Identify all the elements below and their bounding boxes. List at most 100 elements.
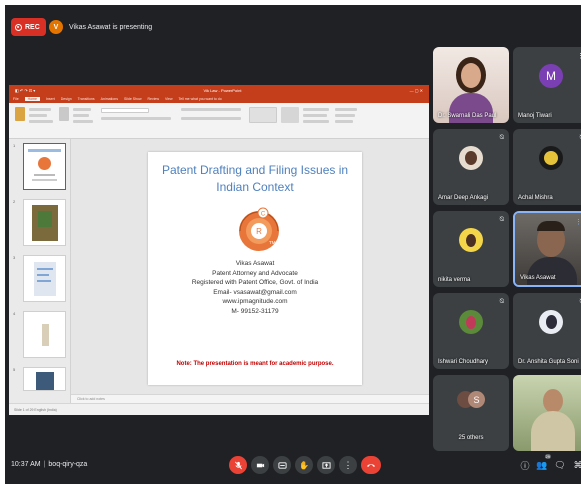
activities-icon: ⌘	[573, 459, 581, 470]
meeting-details-button[interactable]: ⓘ	[518, 458, 532, 472]
slide-thumbnails: 1 2 3 4 5	[9, 139, 71, 403]
activities-button[interactable]: ⌘	[571, 458, 581, 472]
speaking-icon: ⋮	[575, 218, 581, 226]
leave-call-button[interactable]	[361, 456, 381, 474]
avatar: S	[468, 391, 485, 408]
ppt-tab-design: Design	[60, 97, 72, 101]
presenter-details: Vikas Asawat Patent Attorney and Advocat…	[148, 259, 362, 316]
avatar	[459, 310, 483, 334]
participant-name: Manoj Tiwari	[518, 113, 552, 119]
info-icon: ⓘ	[520, 460, 530, 471]
ppt-tab-slideshow: Slide Show	[123, 97, 142, 101]
participant-name: nikita verma	[438, 277, 471, 283]
clock: 10:37 AM	[11, 461, 41, 468]
presenter-phone: M- 99152-31179	[231, 307, 279, 315]
present-button[interactable]	[317, 456, 335, 474]
slide-thumbnail	[23, 311, 66, 358]
meeting-info: 10:37 AM | boq-qiry-qza	[11, 461, 88, 468]
avatar	[539, 146, 563, 170]
people-count-badge: 29	[544, 454, 551, 459]
ppt-tab-transitions: Transitions	[77, 97, 95, 101]
ppt-window-controls: — ▢ ✕	[409, 87, 423, 93]
people-button[interactable]: 👥 29	[535, 454, 551, 472]
presenter-role: Patent Attorney and Advocate	[212, 269, 298, 277]
participant-name: Achal Mishra	[518, 195, 553, 201]
avatar: M	[539, 64, 563, 88]
raise-hand-button[interactable]: ✋	[295, 456, 313, 474]
hand-icon: ✋	[299, 460, 309, 470]
ppt-window-title: Vik Law - PowerPoint	[203, 87, 242, 93]
video-feed	[513, 375, 581, 451]
ip-logo-icon: R C TM	[239, 207, 279, 251]
meeting-code[interactable]: boq-qiry-qza	[48, 461, 87, 468]
ppt-tab-animations: Animations	[100, 97, 118, 101]
ppt-status-bar: Slide 1 of 29 English (India)	[9, 403, 429, 415]
recording-label: REC	[25, 23, 40, 31]
participant-tile[interactable]: ⍉ Amar Deep Ankagi	[433, 129, 509, 205]
mic-off-icon: ⍉	[499, 298, 504, 305]
present-icon	[321, 461, 331, 469]
participant-name: Ishwari Choudhary	[438, 359, 489, 365]
svg-text:C: C	[261, 212, 266, 218]
participant-tile[interactable]: ⍉ Dr. Anshita Gupta Soni	[513, 293, 581, 369]
avatar	[459, 146, 483, 170]
ppt-tab-insert: Insert	[45, 97, 55, 101]
participant-tile[interactable]: Dr. Swarnali Das Paul	[433, 47, 509, 123]
ppt-tab-file: File	[13, 97, 19, 101]
captions-button[interactable]	[273, 456, 291, 474]
more-vert-icon: ⋮	[343, 459, 353, 470]
ppt-ribbon-tabs: File Home Insert Design Transitions Anim…	[9, 95, 429, 103]
slide-title: Patent Drafting and Filing Issues in Ind…	[161, 163, 349, 194]
svg-text:R: R	[256, 227, 262, 236]
ppt-tell-me: Tell me what you want to do	[178, 97, 222, 101]
presenter-email: Email- vsasawat@gmail.com	[213, 288, 297, 296]
avatar	[539, 310, 563, 334]
presenting-text: Vikas Asawat is presenting	[69, 23, 153, 31]
recording-badge[interactable]: REC	[11, 18, 46, 36]
ppt-ribbon	[9, 103, 429, 139]
captions-icon	[277, 461, 287, 469]
presenting-banner: V Vikas Asawat is presenting	[49, 18, 152, 36]
presenter-avatar: V	[49, 20, 63, 34]
academic-note: Note: The presentation is meant for acad…	[176, 361, 334, 367]
more-options-button[interactable]: ⋮	[339, 456, 357, 474]
participant-name: Vikas Asawat	[520, 275, 556, 281]
slide-thumbnail	[23, 199, 66, 246]
ppt-tab-view: View	[164, 97, 173, 101]
hang-up-icon	[367, 464, 375, 467]
participant-tile[interactable]: ⍉ Ishwari Choudhary	[433, 293, 509, 369]
chat-button[interactable]: 🗨	[553, 458, 567, 472]
participant-name: Dr. Anshita Gupta Soni	[518, 359, 579, 365]
notes-pane: Click to add notes	[71, 394, 429, 403]
mic-off-icon	[234, 461, 242, 469]
avatar	[459, 228, 483, 252]
mic-off-icon: ⋮	[577, 53, 581, 60]
participant-name: Dr. Swarnali Das Paul	[438, 113, 497, 119]
participant-tile[interactable]: ⍉ nikita verma	[433, 211, 509, 287]
participant-tile[interactable]: ⋮ M Manoj Tiwari	[513, 47, 581, 123]
self-view-tile[interactable]	[513, 375, 581, 451]
slide-thumbnail	[23, 143, 66, 190]
ppt-title-bar: ◧ ↶ ↷ ⊡ ▾ Vik Law - PowerPoint — ▢ ✕	[9, 85, 429, 95]
participant-tile[interactable]: ⍉ Achal Mishra	[513, 129, 581, 205]
participant-name: Amar Deep Ankagi	[438, 195, 489, 201]
ppt-tab-review: Review	[147, 97, 159, 101]
mic-button[interactable]	[229, 456, 247, 474]
mic-off-icon: ⍉	[499, 216, 504, 223]
presenter-website: www.ipmagnitude.com	[222, 298, 288, 305]
participant-tile-active-speaker[interactable]: ⋮ Vikas Asawat	[513, 211, 581, 287]
chat-icon: 🗨	[554, 459, 566, 470]
current-slide: Patent Drafting and Filing Issues in Ind…	[148, 152, 362, 385]
ppt-tab-home: Home	[24, 97, 40, 101]
presenter-name: Vikas Asawat	[235, 260, 275, 267]
mic-off-icon: ⍉	[499, 134, 504, 141]
video-feed	[433, 47, 509, 123]
camera-icon	[256, 463, 264, 467]
participants-overflow-tile[interactable]: S 25 others	[433, 375, 509, 451]
meet-window: REC V Vikas Asawat is presenting ◧ ↶ ↷ ⊡…	[5, 5, 581, 484]
presenter-registration: Registered with Patent Office, Govt. of …	[191, 279, 319, 286]
ppt-workspace: 1 2 3 4 5 Patent Drafting and Filing Iss…	[9, 139, 429, 415]
camera-button[interactable]	[251, 456, 269, 474]
record-icon	[15, 23, 22, 31]
svg-text:TM: TM	[269, 240, 276, 245]
